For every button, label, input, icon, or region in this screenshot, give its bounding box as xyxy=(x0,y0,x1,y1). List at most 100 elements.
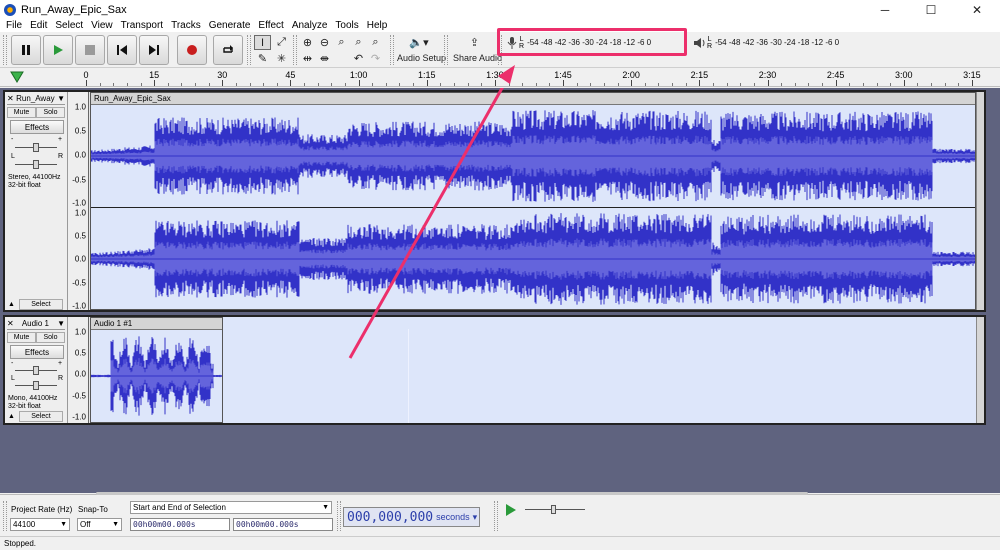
audio-position-unit[interactable]: seconds xyxy=(436,512,470,522)
minimize-button[interactable]: ─ xyxy=(862,0,908,20)
speaker-icon xyxy=(694,37,705,48)
annotation-arrowhead-icon xyxy=(498,65,515,84)
timeline-minor-tick xyxy=(167,83,169,86)
timeline-minor-tick xyxy=(549,83,551,86)
toolbar-grip[interactable] xyxy=(247,35,251,65)
redo-icon[interactable]: ↷ xyxy=(367,51,384,66)
playback-meter[interactable]: LR -54 -48 -42 -36 -30 -24 -18 -12 -6 0 xyxy=(693,35,839,50)
zoom-out-icon[interactable]: ⊖ xyxy=(316,35,333,50)
timeline-minor-tick xyxy=(304,83,306,86)
timeline-label: 3:00 xyxy=(895,70,913,80)
skip-end-icon xyxy=(149,45,159,55)
zoom-in-icon[interactable]: ⊕ xyxy=(299,35,316,50)
toolbar-grip[interactable] xyxy=(293,35,297,65)
horizontal-scrollbar[interactable] xyxy=(96,492,808,495)
stop-button[interactable] xyxy=(75,35,105,65)
timeline-label: 2:45 xyxy=(826,70,845,80)
timeline-major-tick xyxy=(563,80,565,86)
menu-transport[interactable]: Transport xyxy=(117,20,167,32)
meter-l-label: L xyxy=(707,35,712,43)
toolbar-grip[interactable] xyxy=(3,501,7,531)
timeline-minor-tick xyxy=(440,83,442,86)
timeline-minor-tick xyxy=(876,83,878,86)
play-at-speed-icon[interactable] xyxy=(504,503,518,517)
menu-view[interactable]: View xyxy=(87,20,117,32)
skip-start-icon xyxy=(117,45,127,55)
tracks-area[interactable]: ✕ Run_Away ▼ Mute Solo Effects - + L R S… xyxy=(0,88,1000,493)
chevron-down-icon: ▼ xyxy=(112,521,119,528)
timeline-minor-tick xyxy=(617,83,619,86)
timeline-major-tick xyxy=(290,80,292,86)
timeline-minor-tick xyxy=(726,83,728,86)
envelope-tool-icon[interactable]: ⤢ xyxy=(273,35,290,50)
playback-meter-scale: -54 -48 -42 -36 -30 -24 -18 -12 -6 0 xyxy=(715,38,840,47)
audio-position-display[interactable]: 000,000,000 seconds ▾ xyxy=(343,507,480,527)
timeline-label: 2:15 xyxy=(690,70,709,80)
timeline-major-tick xyxy=(971,80,973,86)
trim-audio-icon[interactable]: ⇹ xyxy=(299,51,316,66)
menu-analyze[interactable]: Analyze xyxy=(288,20,332,32)
timeline-label: 2:30 xyxy=(758,70,777,80)
timeline-minor-tick xyxy=(317,83,319,86)
menu-tools[interactable]: Tools xyxy=(331,20,362,32)
timeline-minor-tick xyxy=(263,83,265,86)
audio-setup-button[interactable]: Audio Setup xyxy=(397,53,446,63)
toolbar-grip[interactable] xyxy=(3,35,7,65)
draw-tool-icon[interactable]: ✎ xyxy=(254,51,271,66)
timeline-major-tick xyxy=(86,80,87,86)
toolbar-grip[interactable] xyxy=(390,35,394,65)
undo-icon[interactable]: ↶ xyxy=(350,51,367,66)
timeline-minor-tick xyxy=(276,83,278,86)
skip-to-start-button[interactable] xyxy=(107,35,137,65)
project-rate-select[interactable]: 44100 ▼ xyxy=(10,518,70,531)
audio-setup-icon[interactable]: 🔈▾ xyxy=(405,35,433,50)
loop-button[interactable] xyxy=(213,35,243,65)
timeline-minor-tick xyxy=(413,83,415,86)
selection-start-field[interactable]: 00h00m00.000s xyxy=(130,518,230,531)
timeline-options-icon[interactable] xyxy=(10,70,26,84)
stop-icon xyxy=(85,45,95,55)
close-button[interactable]: ✕ xyxy=(954,0,1000,20)
zoom-toggle-icon[interactable]: ⌕ xyxy=(367,35,384,50)
timeline-minor-tick xyxy=(195,83,197,86)
menu-edit[interactable]: Edit xyxy=(26,20,51,32)
pause-button[interactable] xyxy=(11,35,41,65)
fit-selection-icon[interactable]: ⌕ xyxy=(333,35,350,50)
toolbar-grip[interactable] xyxy=(337,501,341,531)
record-button[interactable] xyxy=(177,35,207,65)
multi-tool-icon[interactable]: ✳ xyxy=(273,51,290,66)
toolbar-grip[interactable] xyxy=(494,501,498,531)
timeline-major-tick xyxy=(835,80,837,86)
selection-end-field[interactable]: 00h00m00.000s xyxy=(233,518,333,531)
status-bar: Stopped. xyxy=(0,536,1000,550)
fit-project-icon[interactable]: ⌕ xyxy=(350,35,367,50)
menu-file[interactable]: File xyxy=(2,20,26,32)
selection-tool-icon[interactable]: I xyxy=(254,35,271,50)
chevron-down-icon: ▼ xyxy=(322,504,329,511)
timeline-major-tick xyxy=(222,80,224,86)
meter-r-label: R xyxy=(707,42,713,50)
toolbar-grip[interactable] xyxy=(444,35,448,65)
skip-to-end-button[interactable] xyxy=(139,35,169,65)
menu-help[interactable]: Help xyxy=(363,20,392,32)
play-speed-handle[interactable] xyxy=(551,505,556,514)
snap-to-select[interactable]: Off ▼ xyxy=(77,518,122,531)
timeline-minor-tick xyxy=(372,83,374,86)
menu-generate[interactable]: Generate xyxy=(205,20,255,32)
menu-tracks[interactable]: Tracks xyxy=(167,20,205,32)
timeline-label: 1:00 xyxy=(349,70,368,80)
maximize-button[interactable]: ☐ xyxy=(908,0,954,20)
timeline-major-tick xyxy=(631,80,633,86)
play-speed-slider[interactable] xyxy=(525,505,585,514)
timeline-minor-tick xyxy=(99,83,101,86)
play-button[interactable] xyxy=(43,35,73,65)
chevron-down-icon[interactable]: ▾ xyxy=(473,512,478,523)
silence-audio-icon[interactable]: ⇼ xyxy=(316,51,333,66)
share-audio-icon[interactable]: ⇪ xyxy=(466,35,483,50)
timeline-minor-tick xyxy=(862,83,864,86)
menu-effect[interactable]: Effect xyxy=(254,20,287,32)
selection-mode-select[interactable]: Start and End of Selection ▼ xyxy=(130,501,332,514)
menu-select[interactable]: Select xyxy=(51,20,87,32)
timeline-label: 1:15 xyxy=(417,70,436,80)
timeline-minor-tick xyxy=(113,83,115,86)
